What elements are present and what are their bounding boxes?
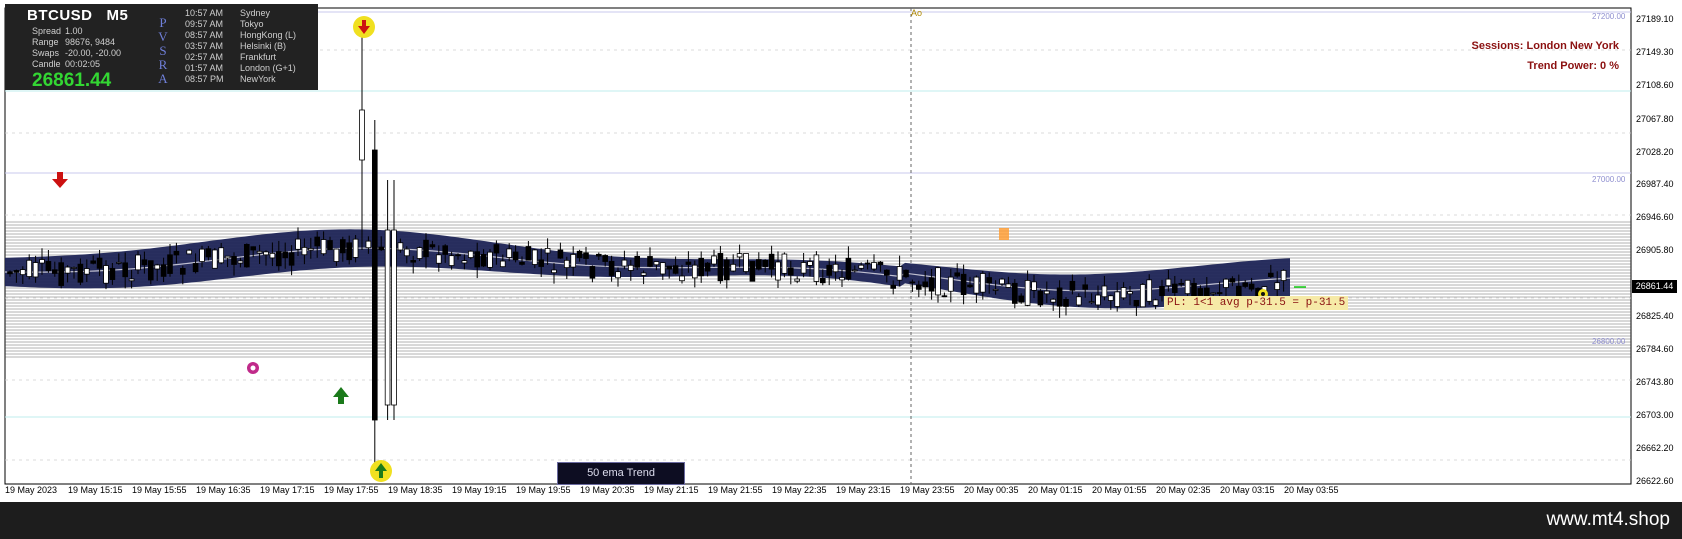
time-tick: 19 May 15:55 — [132, 485, 187, 495]
time-tick: 19 May 15:15 — [68, 485, 123, 495]
time-tick: 20 May 03:55 — [1284, 485, 1339, 495]
price-tick: 27028.20 — [1636, 147, 1674, 157]
symbol-stats: Spread 1.00 Range 98676, 9484 Swaps -20.00,… — [32, 26, 121, 70]
ema-trend-label[interactable]: 50 ema Trend — [557, 462, 685, 485]
price-tick: 27189.10 — [1636, 14, 1674, 24]
stat-row: Swaps -20.00, -20.00 — [32, 48, 122, 58]
session-row: 08:57 PM NewYork — [185, 74, 276, 84]
current-price-large: 26861.44 — [32, 70, 112, 90]
footer-bar: www.mt4.shop — [0, 502, 1682, 539]
price-tick: 26825.40 — [1636, 311, 1674, 321]
stat-row: Candle 00:02:05 — [32, 59, 101, 69]
time-tick: 19 May 18:35 — [388, 485, 443, 495]
time-tick: 19 May 21:15 — [644, 485, 699, 495]
price-tick: 26622.60 — [1636, 476, 1674, 486]
session-row: 03:57 AM Helsinki (B) — [185, 41, 287, 51]
pvsra-label: P V S R A — [158, 15, 168, 86]
price-axis[interactable]: 27189.10 27149.30 27108.60 27067.80 2702… — [1631, 0, 1682, 490]
price-tick: 26784.60 — [1636, 344, 1674, 354]
session-row: 08:57 AM HongKong (L) — [185, 30, 297, 40]
time-tick: 19 May 2023 — [5, 485, 58, 495]
time-tick: 19 May 23:15 — [836, 485, 891, 495]
price-tick: 27108.60 — [1636, 80, 1674, 90]
time-tick: 19 May 19:15 — [452, 485, 507, 495]
time-tick: 19 May 17:55 — [324, 485, 379, 495]
level-tag-top: 27200.00 — [1592, 12, 1626, 21]
time-tick: 19 May 21:55 — [708, 485, 763, 495]
time-tick: 20 May 03:15 — [1220, 485, 1275, 495]
profit-loss-label: PL: 1<1 avg p-31.5 = p-31.5 — [1164, 296, 1349, 310]
time-tick: 19 May 16:35 — [196, 485, 251, 495]
time-tick: 19 May 23:55 — [900, 485, 955, 495]
price-tick: 27067.80 — [1636, 114, 1674, 124]
session-row: 02:57 AM Frankfurt — [185, 52, 277, 62]
footer-brand[interactable]: www.mt4.shop — [1546, 509, 1670, 531]
session-row: 09:57 AM Tokyo — [185, 19, 264, 29]
stat-row: Range 98676, 9484 — [32, 37, 116, 47]
session-row: 10:57 AM Sydney — [185, 8, 271, 18]
trend-power: Trend Power: 0 % — [1527, 60, 1619, 72]
symbol-name: BTCUSD — [27, 7, 93, 24]
market-sessions-list: 10:57 AM Sydney 09:57 AM Tokyo 08:57 AM Hon… — [185, 8, 296, 85]
symbol-title[interactable]: BTCUSD M5 — [27, 7, 128, 24]
price-tick: 26743.80 — [1636, 377, 1674, 387]
sessions-info: Sessions: London New York Trend Power: 0… — [1471, 36, 1619, 76]
buy-signal-arrow[interactable] — [370, 460, 392, 482]
time-tick: 19 May 22:35 — [772, 485, 827, 495]
price-tick: 26662.20 — [1636, 443, 1674, 453]
timeframe: M5 — [106, 7, 129, 24]
level-tag-low: 26800.00 — [1592, 337, 1626, 346]
level-tag-mid: 27000.00 — [1592, 175, 1626, 184]
time-tick: 19 May 17:15 — [260, 485, 315, 495]
orange-marker — [999, 228, 1009, 240]
time-tick: 20 May 01:55 — [1092, 485, 1147, 495]
session-row: 01:57 AM London (G+1) — [185, 63, 296, 73]
price-tick: 26703.00 — [1636, 410, 1674, 420]
time-tick: 19 May 20:35 — [580, 485, 635, 495]
time-tick: 20 May 01:15 — [1028, 485, 1083, 495]
price-tick: 27149.30 — [1636, 47, 1674, 57]
price-tick: 26946.60 — [1636, 212, 1674, 222]
symbol-info-panel: BTCUSD M5 Spread 1.00 Range 98676, 9484 Sw… — [5, 4, 318, 90]
stat-row: Spread 1.00 — [32, 26, 83, 36]
current-price-tag: 26861.44 — [1632, 280, 1677, 293]
ao-label: Ao — [911, 8, 923, 18]
price-tick: 26905.80 — [1636, 245, 1674, 255]
sell-signal-arrow[interactable] — [353, 16, 375, 38]
time-axis[interactable]: 19 May 2023 19 May 15:15 19 May 15:55 19… — [0, 485, 1640, 501]
sessions-text: Sessions: London New York — [1471, 40, 1619, 52]
price-tick: 26987.40 — [1636, 179, 1674, 189]
magenta-marker[interactable] — [247, 362, 259, 374]
time-tick: 20 May 00:35 — [964, 485, 1019, 495]
time-tick: 19 May 19:55 — [516, 485, 571, 495]
time-tick: 20 May 02:35 — [1156, 485, 1211, 495]
